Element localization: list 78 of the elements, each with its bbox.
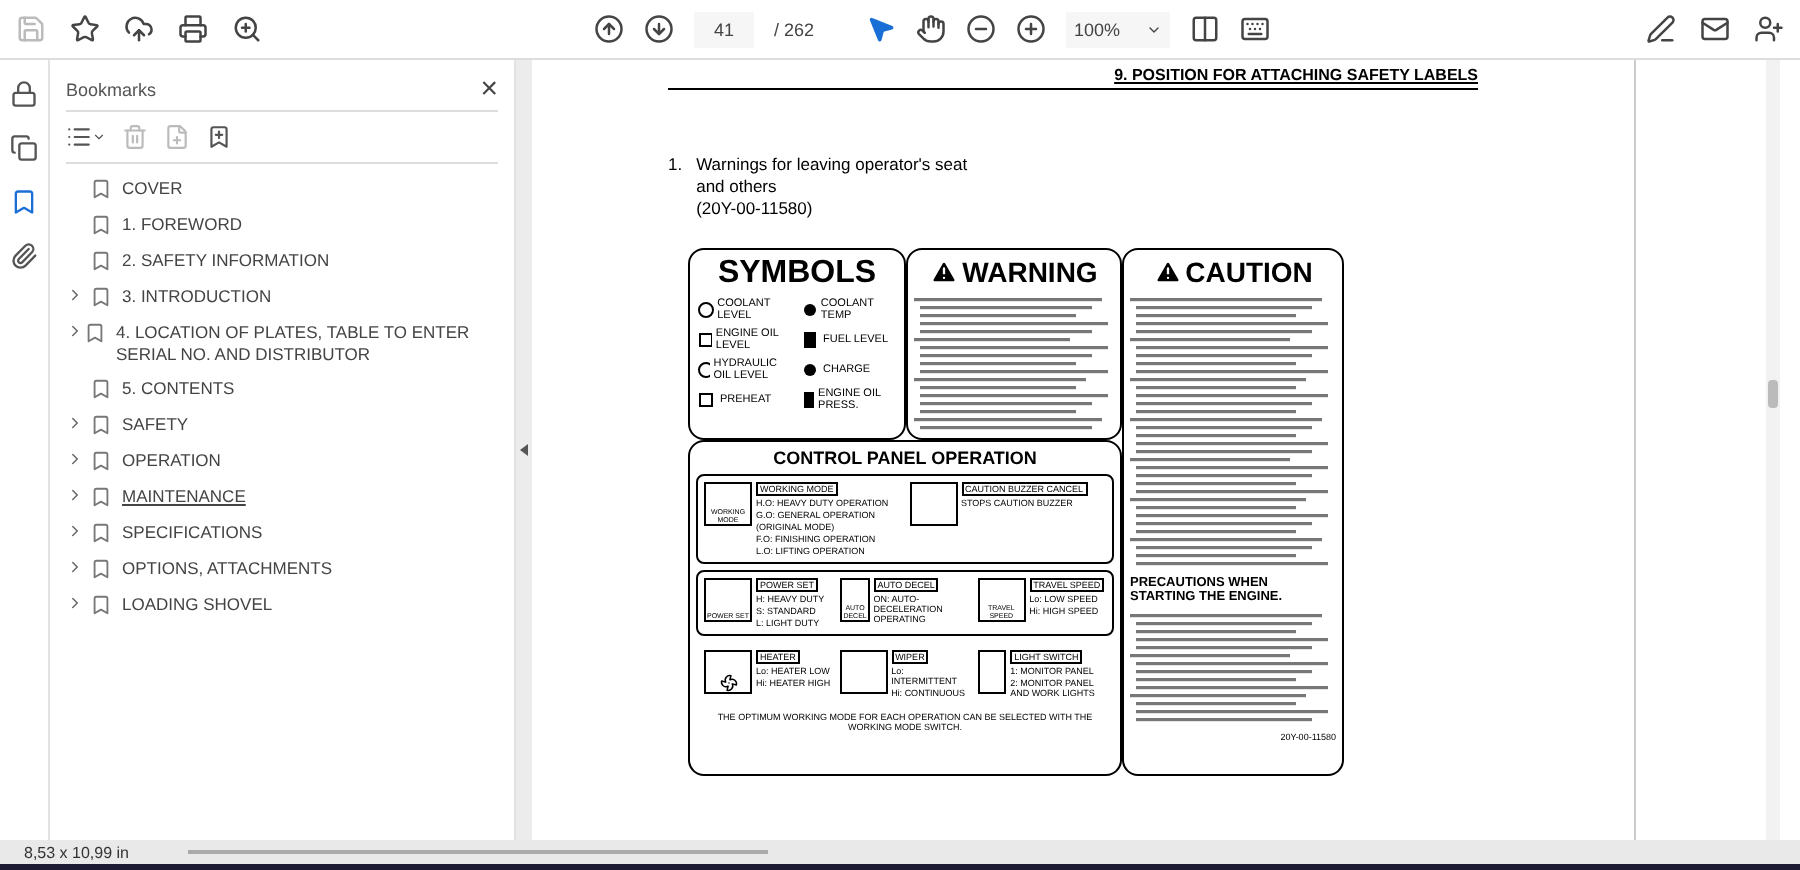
warning-icon	[1153, 258, 1182, 286]
mail-button[interactable]	[1700, 14, 1730, 44]
bookmark-icon	[90, 594, 112, 616]
page-number-field[interactable]: 41	[694, 11, 754, 47]
expand-chevron-icon[interactable]	[66, 558, 84, 576]
bookmark-item[interactable]: 5. CONTENTS	[122, 378, 235, 400]
expand-chevron-icon[interactable]	[66, 450, 84, 468]
scrollbar[interactable]	[1766, 60, 1780, 840]
bookmark-icon	[90, 414, 112, 436]
bookmark-icon[interactable]	[10, 188, 38, 216]
switch-drawing	[977, 650, 1007, 694]
select-tool-button[interactable]	[866, 14, 897, 44]
item-number: 1.	[668, 154, 683, 178]
switch-drawing	[704, 650, 752, 694]
expand-chevron-icon[interactable]	[66, 414, 84, 432]
warning-icon	[930, 258, 959, 286]
zoom-out-button[interactable]	[966, 14, 997, 44]
symbols-title: SYMBOLS	[715, 256, 879, 292]
switch-drawing	[909, 482, 957, 526]
keyboard-button[interactable]	[1240, 14, 1271, 44]
caret-icon	[92, 130, 106, 144]
bookmark-item[interactable]: 2. SAFETY INFORMATION	[122, 250, 330, 272]
bookmark-icon	[90, 522, 112, 544]
bookmark-icon	[84, 322, 106, 344]
bookmark-item[interactable]: MAINTENANCE	[122, 486, 246, 508]
page-total: / 262	[774, 19, 815, 39]
paperclip-icon[interactable]	[10, 242, 38, 270]
page-header: 9. POSITION FOR ATTACHING SAFETY LABELS	[668, 66, 1478, 90]
lock-icon[interactable]	[10, 80, 38, 108]
bookmark-icon	[90, 286, 112, 308]
upload-button[interactable]	[124, 14, 154, 44]
bookmark-icon	[90, 178, 112, 200]
bookmark-icon	[90, 486, 112, 508]
zoom-search-button[interactable]	[232, 14, 262, 44]
item-text: (20Y-00-11580)	[696, 198, 815, 220]
previous-page-button[interactable]	[594, 14, 624, 44]
bookmark-icon	[90, 558, 112, 580]
bookmark-item[interactable]: 3. INTRODUCTION	[122, 286, 272, 308]
page-fit-button[interactable]	[1190, 14, 1221, 44]
bookmark-item[interactable]: COVER	[122, 178, 183, 200]
print-button[interactable]	[178, 14, 208, 44]
close-button[interactable]: ×	[480, 72, 498, 106]
bookmark-item[interactable]: SAFETY	[122, 414, 189, 436]
next-page-button[interactable]	[644, 14, 674, 44]
pages-icon[interactable]	[10, 134, 38, 162]
panel-title: Bookmarks	[66, 79, 157, 99]
panel-heading: CONTROL PANEL OPERATION	[771, 448, 1039, 468]
bookmark-icon	[90, 250, 112, 272]
sign-button[interactable]	[1646, 14, 1676, 44]
list-icon	[66, 124, 92, 150]
bookmark-item[interactable]: 1. FOREWORD	[122, 214, 242, 236]
bookmark-item[interactable]: OPERATION	[122, 450, 221, 472]
options-menu-button[interactable]	[66, 124, 106, 150]
switch-drawing	[840, 650, 888, 694]
item-text: and others	[696, 176, 779, 198]
find-bookmark-button[interactable]	[206, 124, 232, 150]
bookmark-item[interactable]: OPTIONS, ATTACHMENTS	[122, 558, 332, 580]
star-button[interactable]	[70, 14, 100, 44]
zoom-in-button[interactable]	[1016, 14, 1047, 44]
hand-tool-button[interactable]	[916, 14, 947, 44]
expand-chevron-icon[interactable]	[66, 486, 84, 504]
zoom-dropdown[interactable]: 100%	[1066, 11, 1171, 47]
page-size: 8,53 x 10,99 in	[24, 843, 129, 861]
caution-title: CAUTION	[1185, 256, 1313, 288]
expand-chevron-icon[interactable]	[66, 594, 84, 612]
bookmark-icon	[90, 450, 112, 472]
add-user-button[interactable]	[1754, 14, 1784, 44]
horizontal-scrollbar[interactable]	[188, 850, 769, 854]
item-text: Warnings for leaving operator's seat	[696, 154, 968, 176]
bookmark-item[interactable]: 4. LOCATION OF PLATES, TABLE TO ENTER SERIAL NO. AND DISTRIBUTOR	[116, 322, 498, 366]
expand-chevron-icon[interactable]	[66, 522, 84, 540]
expand-chevron-icon[interactable]	[66, 322, 84, 340]
expand-chevron-icon[interactable]	[66, 286, 84, 304]
warning-title: WARNING	[962, 256, 1098, 288]
bookmark-item[interactable]: LOADING SHOVEL	[122, 594, 273, 616]
bookmark-icon	[90, 378, 112, 400]
bookmark-item[interactable]: SPECIFICATIONS	[122, 522, 263, 544]
bookmark-icon	[90, 214, 112, 236]
